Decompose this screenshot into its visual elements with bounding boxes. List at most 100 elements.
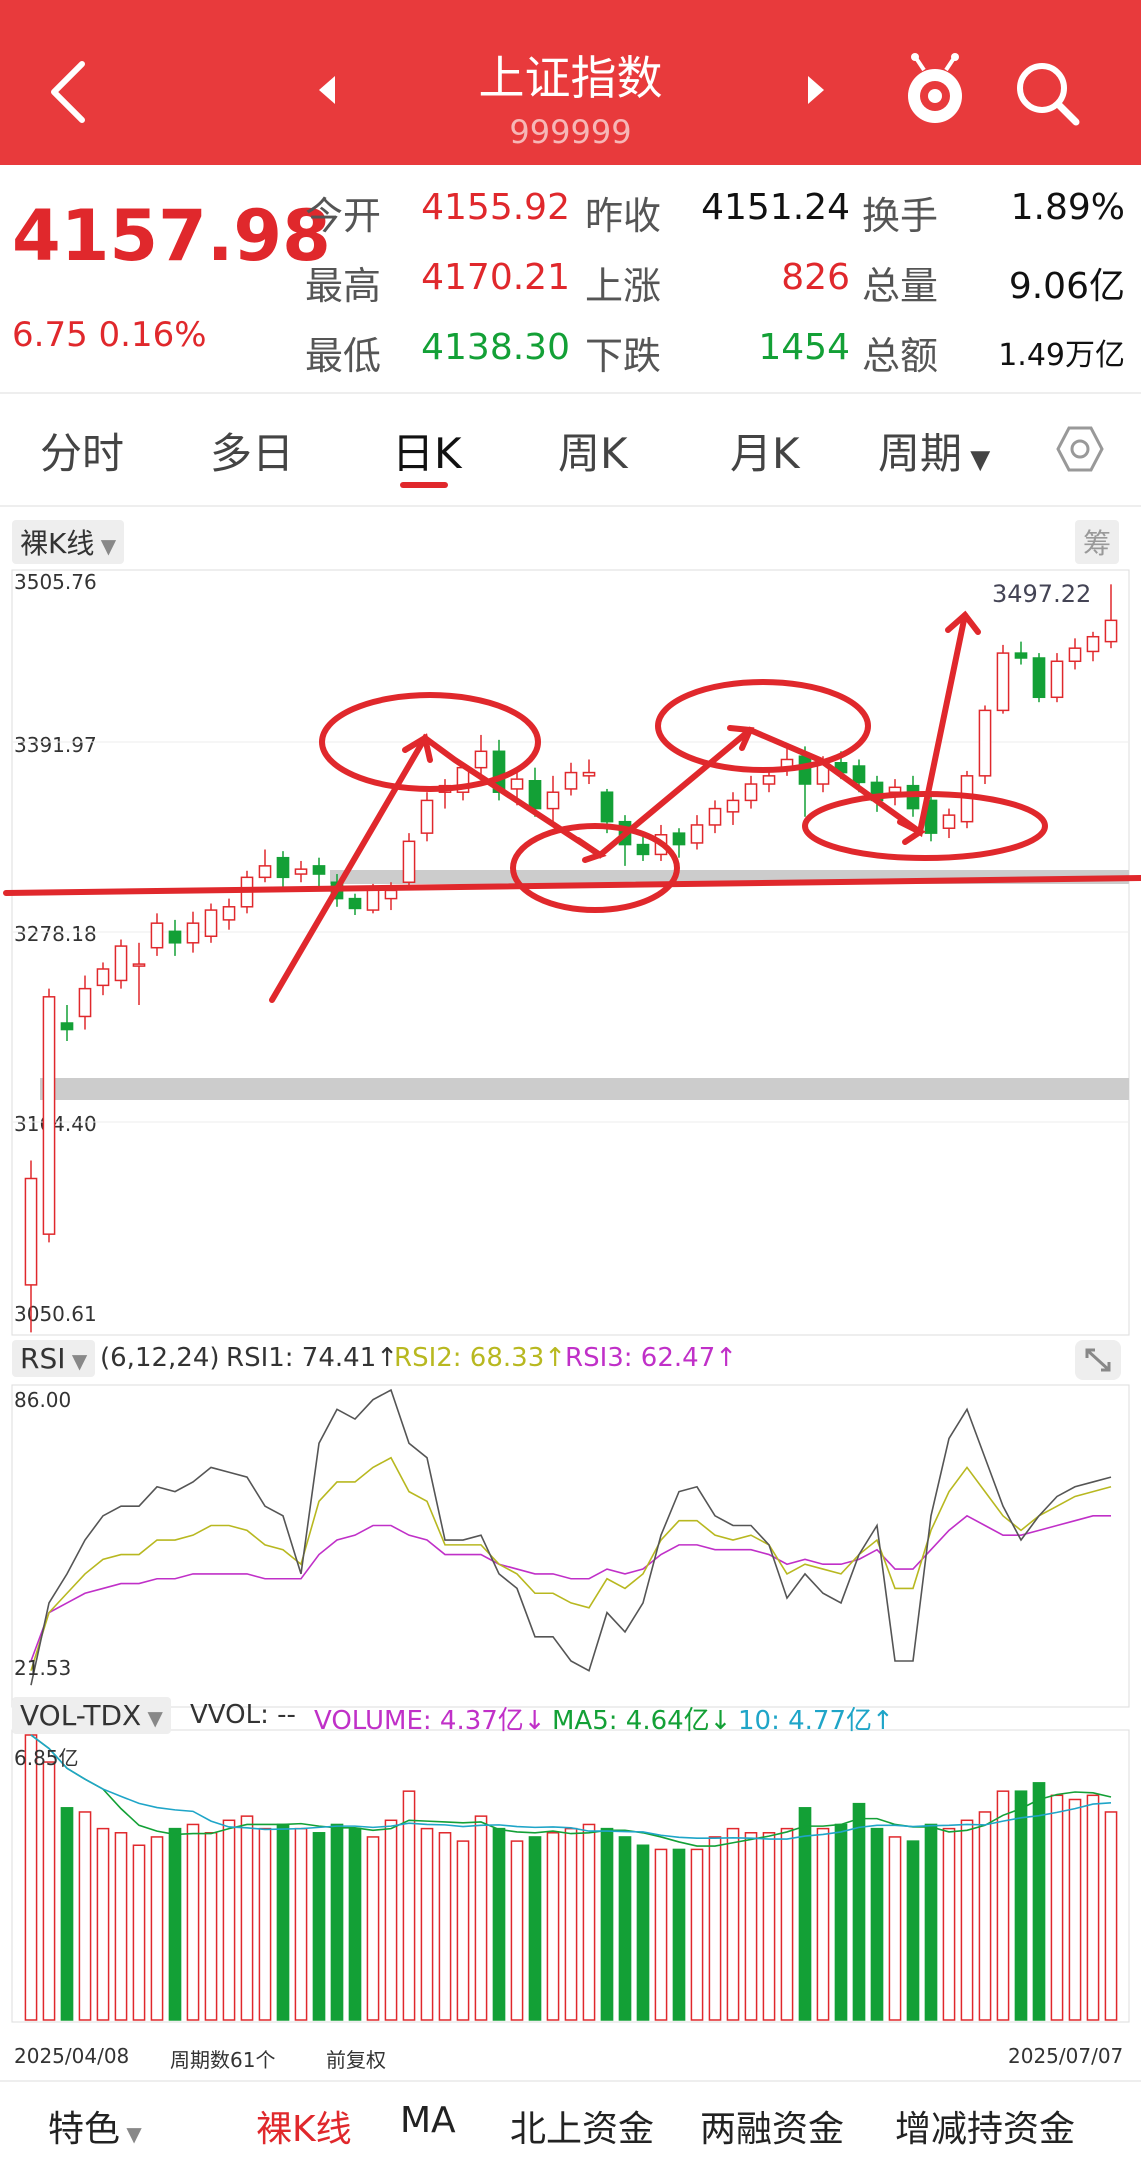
tab-monthly-k[interactable]: 月K: [730, 420, 800, 481]
circle-trough-1: [510, 823, 680, 913]
volume-bar: [510, 1840, 524, 2021]
low-label: 最低: [305, 334, 382, 378]
arrowhead-4: [897, 819, 926, 845]
volume-bar: [96, 1827, 110, 2021]
candle-body: [528, 780, 542, 810]
search-icon[interactable]: [1012, 58, 1082, 128]
candle-body: [204, 909, 218, 938]
bottom-tab-naked-k[interactable]: 裸K线: [256, 2100, 352, 2152]
bottom-tab-northbound[interactable]: 北上资金: [510, 2100, 654, 2152]
candle-body: [690, 824, 704, 844]
rsi3-line: [30, 1514, 1111, 1662]
volume-bar: [402, 1790, 416, 2021]
candle-body: [978, 709, 992, 777]
candle-body: [24, 1177, 38, 1286]
rsi3-value: RSI3: 62.47↑: [565, 1343, 738, 1373]
vvol-value: VVOL: --: [190, 1700, 296, 1730]
settings-hexagon-icon[interactable]: [1055, 424, 1105, 474]
rsi-selector[interactable]: RSI ▼: [12, 1340, 96, 1377]
candle-body: [348, 897, 362, 910]
kline-mode-selector[interactable]: 裸K线 ▼: [12, 520, 125, 564]
candle-body: [582, 771, 596, 777]
candle-body: [600, 791, 614, 823]
volume-bar: [906, 1840, 920, 2021]
volume-bar: [600, 1827, 614, 2021]
up-count-label: 上涨: [585, 264, 662, 308]
rsi-frame: [11, 1384, 1130, 1708]
volume-bar: [888, 1836, 902, 2021]
volume-bar: [978, 1811, 992, 2021]
divider: [0, 505, 1141, 507]
tab-daily-k[interactable]: 日K: [392, 420, 462, 481]
chevron-down-icon: ▼: [120, 2122, 142, 2146]
bottom-tab-holdings[interactable]: 增减持资金: [895, 2100, 1075, 2152]
candle-body: [222, 906, 236, 921]
down-count-label: 下跌: [585, 334, 662, 378]
volume-bar: [348, 1827, 362, 2021]
bottom-tab-ma[interactable]: MA: [400, 2100, 456, 2141]
rsi2-line: [30, 1456, 1112, 1671]
candle-body: [132, 963, 146, 967]
volume-bar: [996, 1790, 1010, 2021]
volume-bar: [564, 1827, 578, 2021]
vol-top-label: 6.85亿: [14, 1746, 79, 1770]
candle-body: [402, 840, 416, 883]
tab-period-label: 周期: [878, 429, 963, 478]
adjust-type: 前复权: [326, 2048, 386, 2072]
candle-body: [312, 865, 326, 875]
candle-body: [744, 783, 758, 802]
volume-bar: [1086, 1794, 1100, 2021]
tab-period[interactable]: 周期 ▼: [878, 420, 990, 481]
volume-value: VOLUME: 4.37亿↓: [314, 1706, 546, 1736]
volume-bar: [222, 1819, 236, 2021]
rsi-lines: [30, 1388, 1112, 1686]
volume-bar: [150, 1836, 164, 2021]
candle-body: [60, 1022, 74, 1031]
volume-bar: [1104, 1811, 1118, 2021]
next-stock-icon[interactable]: [800, 70, 830, 110]
volume-bar: [474, 1815, 488, 2021]
dropdown-icon: ▼: [141, 1706, 163, 1730]
volume-bar: [960, 1819, 974, 2021]
candle-body: [726, 799, 740, 813]
volume-bar: [726, 1827, 740, 2021]
volume-bar: [744, 1832, 758, 2021]
bottom-tab-feature[interactable]: 特色 ▼: [48, 2100, 142, 2152]
ma5-value: MA5: 4.64亿↓: [552, 1706, 732, 1736]
rsi-label: RSI: [20, 1342, 66, 1375]
volume-bar: [1050, 1794, 1064, 2021]
candle-body: [1014, 652, 1028, 659]
candle-body: [474, 750, 488, 769]
candle-body: [852, 765, 866, 784]
volume-bar: [798, 1807, 812, 2021]
kline-frame: [11, 569, 1130, 1336]
volume-bar: [132, 1844, 146, 2021]
rsi-bottom-label: 21.53: [14, 1656, 72, 1680]
active-tab-indicator: [400, 482, 448, 488]
candle-body: [546, 791, 560, 810]
ma10-value: 10: 4.77亿↑: [738, 1706, 894, 1736]
assistant-robot-icon[interactable]: [900, 52, 970, 132]
volume-bar: [438, 1832, 452, 2021]
candle-body: [510, 778, 524, 790]
expand-icon[interactable]: [1075, 1340, 1121, 1380]
tab-intraday[interactable]: 分时: [40, 420, 124, 481]
rsi-params: (6,12,24): [100, 1343, 220, 1373]
volume-bar: [672, 1848, 686, 2021]
bottom-tab-margin[interactable]: 两融资金: [700, 2100, 844, 2152]
candle-body: [1032, 657, 1046, 699]
chip-distribution-button[interactable]: 筹: [1075, 520, 1120, 564]
candle-body: [1068, 647, 1082, 663]
candle-body: [942, 814, 956, 829]
rsi-top-label: 86.00: [14, 1388, 72, 1412]
chevron-down-icon: ▼: [962, 445, 991, 475]
tab-multi-day[interactable]: 多日: [210, 420, 294, 481]
vol-selector[interactable]: VOL-TDX ▼: [12, 1697, 171, 1734]
prev-close-value: 4151.24: [701, 187, 850, 228]
volume-bar: [1014, 1790, 1028, 2021]
candle-body: [420, 799, 434, 834]
turnover-label: 换手: [862, 194, 939, 238]
tab-weekly-k[interactable]: 周K: [558, 420, 628, 481]
volume-bar: [1032, 1782, 1046, 2021]
volume-bar: [168, 1827, 182, 2021]
